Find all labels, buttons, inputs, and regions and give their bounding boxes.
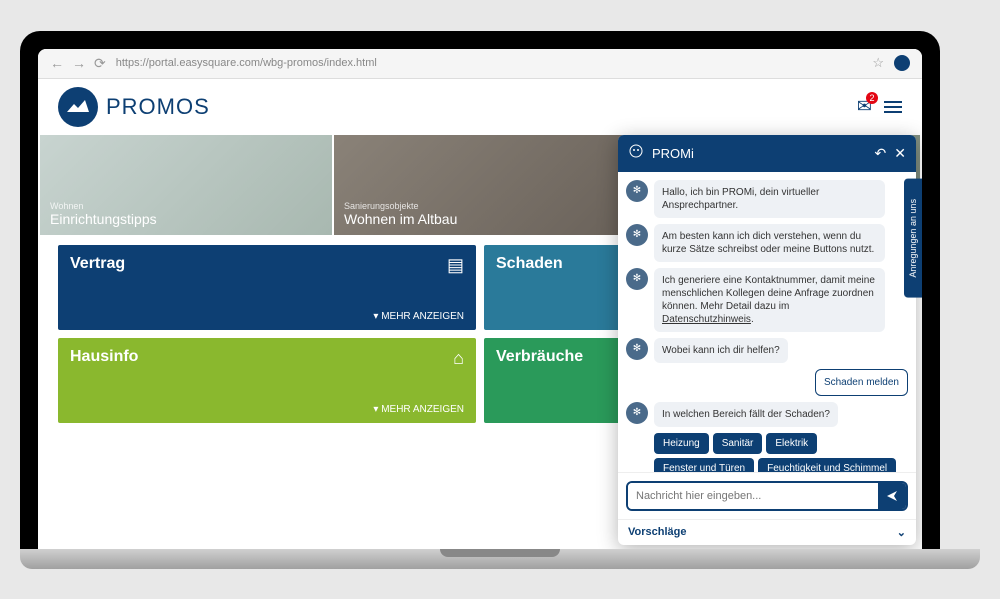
laptop-base	[20, 549, 980, 569]
chat-text-input[interactable]	[628, 483, 878, 509]
brand-logo[interactable]: PROMOS	[58, 87, 210, 127]
chat-header: PROMi ↶ ✕	[618, 135, 916, 172]
tile-hausinfo[interactable]: Hausinfo ⌂ MEHR ANZEIGEN	[58, 338, 476, 423]
suggestions-toggle[interactable]: Vorschläge ⌄	[618, 519, 916, 545]
feedback-tab[interactable]: Anregungen an uns	[904, 179, 922, 298]
bot-message: Am besten kann ich dich verstehen, wenn …	[654, 224, 885, 262]
send-icon	[886, 490, 898, 502]
page-content: PROMOS ✉ 2 Wohnen Einrichtungstipps Sani…	[38, 79, 922, 549]
bookmark-star-icon[interactable]: ☆	[872, 55, 884, 71]
hero-eyebrow: Wohnen	[50, 201, 157, 211]
send-button[interactable]	[878, 483, 906, 509]
profile-avatar[interactable]	[894, 55, 910, 71]
tile-vertrag[interactable]: Vertrag ▤ MEHR ANZEIGEN	[58, 245, 476, 330]
bot-message-text: .	[751, 314, 754, 325]
chat-title: PROMi	[652, 146, 867, 161]
chip-sanitaer[interactable]: Sanitär	[713, 433, 763, 454]
chat-messages: ✻ Hallo, ich bin PROMi, dein virtueller …	[618, 172, 916, 472]
app-header: PROMOS ✉ 2	[38, 79, 922, 135]
laptop-frame: ← → ⟳ https://portal.easysquare.com/wbg-…	[20, 31, 940, 549]
chat-input-area	[618, 472, 916, 519]
tile-more-link[interactable]: MEHR ANZEIGEN	[373, 311, 464, 322]
bot-message: In welchen Bereich fällt der Schaden?	[654, 402, 838, 427]
house-icon: ⌂	[453, 348, 464, 369]
mail-icon[interactable]: ✉ 2	[857, 96, 872, 117]
bot-avatar-icon: ✻	[626, 268, 648, 290]
menu-icon[interactable]	[884, 101, 902, 113]
screen: ← → ⟳ https://portal.easysquare.com/wbg-…	[38, 49, 922, 549]
bot-message: Wobei kann ich dir helfen?	[654, 338, 788, 363]
nav-back-icon[interactable]: ←	[50, 55, 64, 72]
brand-name: PROMOS	[106, 94, 210, 120]
privacy-link[interactable]: Datenschutzhinweis	[662, 314, 751, 325]
url-bar[interactable]: https://portal.easysquare.com/wbg-promos…	[116, 57, 863, 69]
bot-avatar-icon: ✻	[626, 180, 648, 202]
bot-message-text: Ich generiere eine Kontaktnummer, damit …	[662, 275, 875, 312]
bot-avatar-icon: ✻	[626, 402, 648, 424]
bot-icon	[628, 143, 644, 164]
nav-forward-icon[interactable]: →	[72, 55, 86, 72]
chip-feuchtigkeit[interactable]: Feuchtigkeit und Schimmel	[758, 458, 896, 472]
bot-message: Ich generiere eine Kontaktnummer, damit …	[654, 268, 885, 332]
hero-title: Einrichtungstipps	[50, 211, 157, 227]
bot-message: Hallo, ich bin PROMi, dein virtueller An…	[654, 180, 885, 218]
nav-reload-icon[interactable]: ⟳	[94, 55, 106, 72]
bot-avatar-icon: ✻	[626, 338, 648, 360]
chip-elektrik[interactable]: Elektrik	[766, 433, 817, 454]
notification-badge: 2	[866, 92, 878, 104]
bot-avatar-icon: ✻	[626, 224, 648, 246]
user-message: Schaden melden	[815, 369, 908, 396]
chip-heizung[interactable]: Heizung	[654, 433, 709, 454]
quick-reply-chips: Heizung Sanitär Elektrik Fenster und Tür…	[626, 433, 908, 472]
hero-card-einrichtungstipps[interactable]: Wohnen Einrichtungstipps	[40, 135, 332, 235]
hero-eyebrow: Sanierungsobjekte	[344, 201, 457, 211]
document-icon: ▤	[447, 255, 464, 276]
suggestions-label: Vorschläge	[628, 526, 687, 539]
logo-icon	[58, 87, 98, 127]
browser-toolbar: ← → ⟳ https://portal.easysquare.com/wbg-…	[38, 49, 922, 79]
chevron-down-icon: ⌄	[897, 526, 906, 539]
tile-title: Hausinfo	[70, 348, 464, 366]
hero-card-altbau[interactable]: Sanierungsobjekte Wohnen im Altbau	[334, 135, 626, 235]
tile-title: Vertrag	[70, 255, 464, 273]
chat-panel: PROMi ↶ ✕ ✻ Hallo, ich bin PROMi, dein v…	[618, 135, 916, 545]
undo-icon[interactable]: ↶	[875, 145, 887, 162]
chip-fenster[interactable]: Fenster und Türen	[654, 458, 754, 472]
hero-title: Wohnen im Altbau	[344, 211, 457, 227]
close-icon[interactable]: ✕	[894, 145, 906, 162]
tile-more-link[interactable]: MEHR ANZEIGEN	[373, 404, 464, 415]
